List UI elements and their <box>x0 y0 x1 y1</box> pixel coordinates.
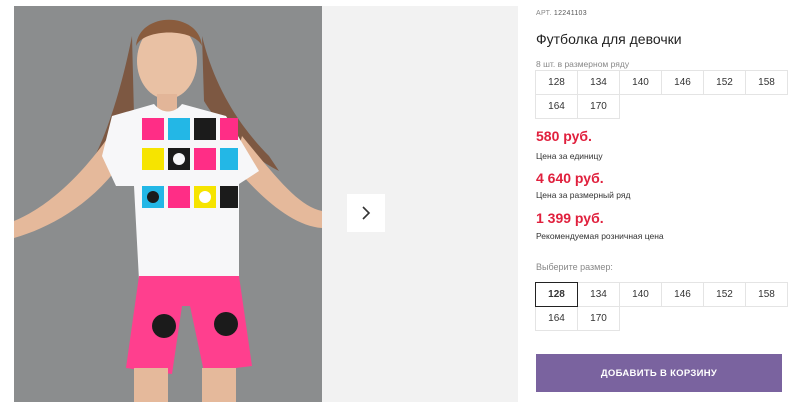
pack-size-cell: 140 <box>619 70 662 95</box>
choose-size-label: Выберите размер: <box>536 262 613 272</box>
next-image-button[interactable] <box>347 194 385 232</box>
product-photo-illustration <box>14 6 322 402</box>
pack-size-cell: 146 <box>661 70 704 95</box>
pack-size-cell: 170 <box>577 94 620 119</box>
pack-size-cell: 164 <box>535 94 578 119</box>
unit-price: 580 руб. <box>536 128 592 144</box>
size-option-152[interactable]: 152 <box>703 282 746 307</box>
size-option-128[interactable]: 128 <box>535 282 578 307</box>
size-option-134[interactable]: 134 <box>577 282 620 307</box>
add-to-cart-button[interactable]: ДОБАВИТЬ В КОРЗИНУ <box>536 354 782 392</box>
size-option-164[interactable]: 164 <box>535 306 578 331</box>
pack-note: 8 шт. в размерном ряду <box>536 59 630 69</box>
product-photo[interactable] <box>14 6 322 402</box>
size-picker[interactable]: 128 134 140 146 152 158 164 170 <box>535 282 788 331</box>
pack-size-cell: 128 <box>535 70 578 95</box>
pack-size-cell: 134 <box>577 70 620 95</box>
size-option-170[interactable]: 170 <box>577 306 620 331</box>
unit-price-label: Цена за единицу <box>536 151 603 161</box>
article-number: АРТ. 12241103 <box>536 10 587 17</box>
size-option-140[interactable]: 140 <box>619 282 662 307</box>
article-value: 12241103 <box>553 10 587 17</box>
retail-price: 1 399 руб. <box>536 210 604 226</box>
chevron-right-icon <box>362 206 371 220</box>
pack-size-grid: 128 134 140 146 152 158 164 170 <box>535 70 788 119</box>
pack-size-cell: 152 <box>703 70 746 95</box>
pack-size-cell: 158 <box>745 70 788 95</box>
pack-price: 4 640 руб. <box>536 170 604 186</box>
pack-price-label: Цена за размерный ряд <box>536 190 631 200</box>
size-option-146[interactable]: 146 <box>661 282 704 307</box>
retail-price-label: Рекомендуемая розничная цена <box>536 231 664 241</box>
product-title: Футболка для девочки <box>536 31 682 47</box>
article-label: АРТ. <box>536 10 552 17</box>
size-option-158[interactable]: 158 <box>745 282 788 307</box>
